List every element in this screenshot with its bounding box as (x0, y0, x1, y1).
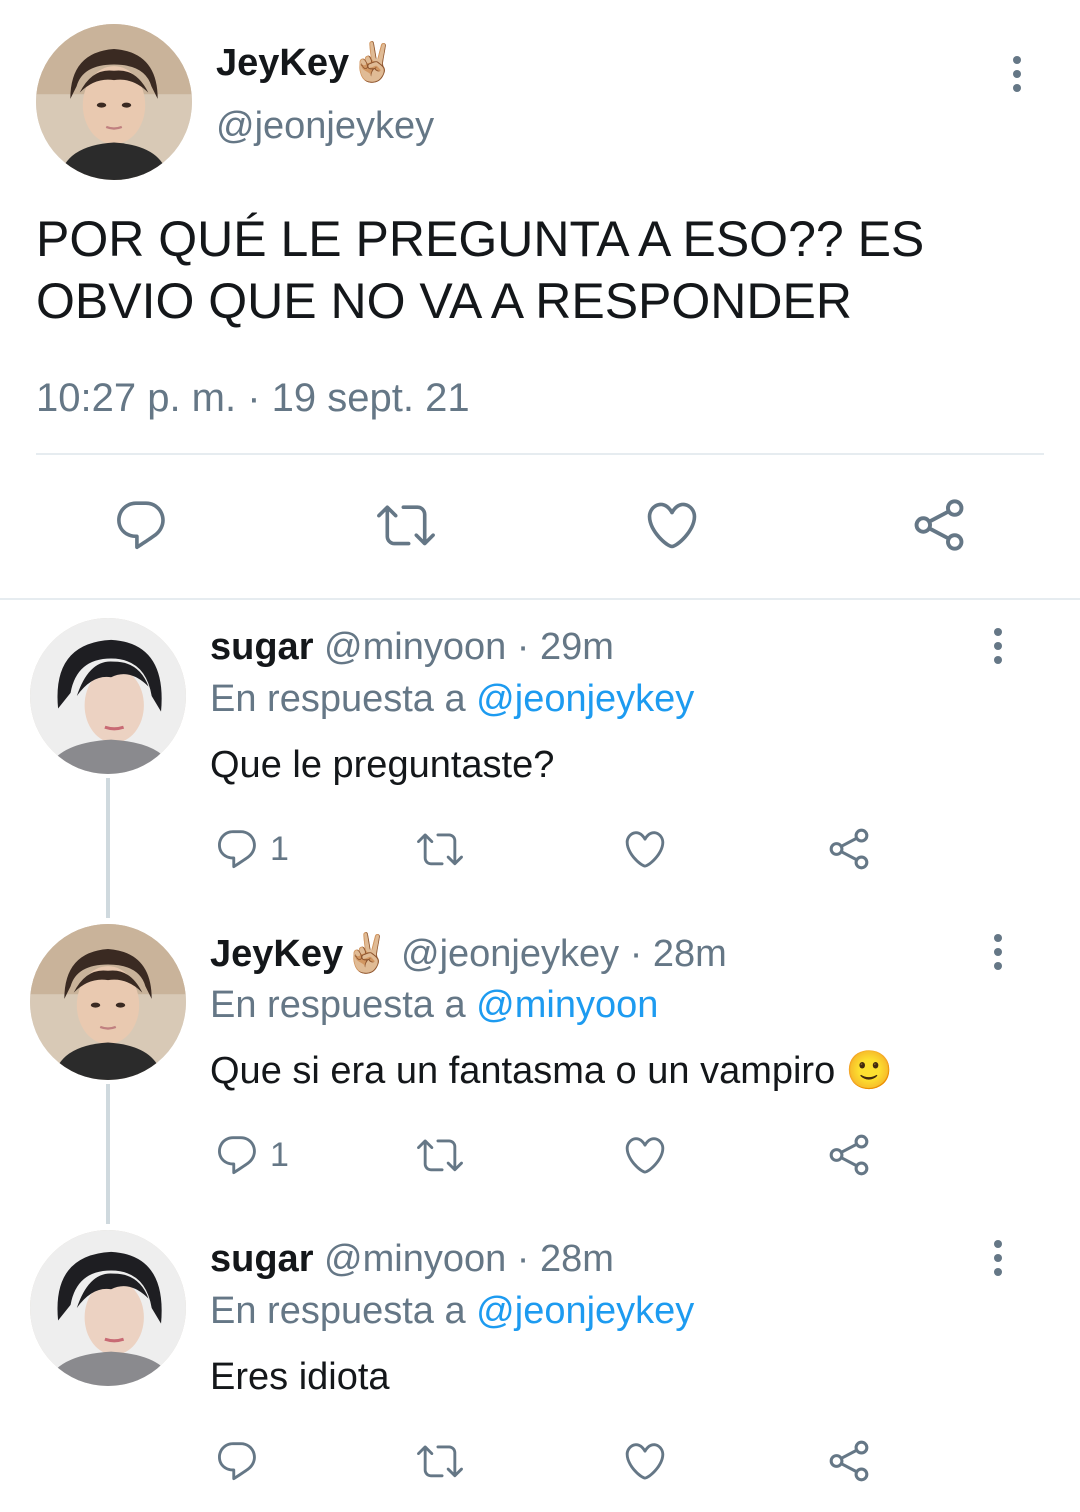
retweet-icon (417, 1139, 463, 1172)
like-icon (625, 831, 665, 868)
avatar-photo (30, 924, 186, 1080)
reply-count: 1 (270, 1135, 289, 1174)
share-icon (829, 828, 869, 870)
author-name[interactable]: JeyKey✌🏼 (216, 38, 396, 87)
more-options-icon[interactable] (1007, 54, 1027, 94)
reply-text: Eres idiota (210, 1356, 390, 1398)
tweet-text-line-1: POR QUÉ LE PREGUNTA A ESO?? ES (36, 211, 925, 267)
more-options-icon[interactable] (988, 932, 1008, 972)
like-icon (625, 1443, 665, 1480)
reply-count: 1 (270, 829, 289, 868)
reply-to-label: En respuesta a (210, 984, 466, 1026)
retweet-button[interactable] (412, 826, 468, 872)
avatar-jeykey[interactable] (30, 924, 186, 1080)
avatar-sugar[interactable] (30, 618, 186, 774)
reply-button[interactable]: 1 (214, 826, 289, 872)
share-button[interactable] (826, 1438, 872, 1484)
like-button[interactable] (620, 1132, 670, 1178)
author-handle[interactable]: @jeonjeykey (216, 102, 434, 150)
reply-button[interactable]: 1 (214, 1132, 289, 1178)
like-button[interactable] (620, 826, 670, 872)
reply-handle-time[interactable]: @minyoon · 28m (324, 1238, 614, 1280)
retweet-icon (417, 833, 463, 866)
author-name-text: JeyKey (216, 42, 350, 84)
section-divider (0, 598, 1080, 600)
retweet-button[interactable] (412, 1132, 468, 1178)
reply-text: Que le preguntaste? (210, 744, 555, 786)
reply-icon (218, 830, 256, 869)
share-button[interactable] (910, 496, 968, 554)
reply-text: Que si era un fantasma o un vampiro 🙂 (210, 1050, 894, 1092)
reply-header: JeyKey✌🏼 @jeonjeykey · 28m (210, 930, 727, 977)
avatar-photo (30, 618, 186, 774)
share-button[interactable] (826, 826, 872, 872)
thread-line (106, 1084, 110, 1224)
like-button[interactable] (642, 496, 702, 554)
victory-hand-emoji: ✌🏼 (343, 931, 391, 975)
tweet-text-line-2: OBVIO QUE NO VA A RESPONDER (36, 273, 852, 329)
more-options-icon[interactable] (988, 626, 1008, 666)
reply-button[interactable] (214, 1438, 270, 1484)
reply-icon (218, 1442, 256, 1481)
reply-to-line: En respuesta a @jeonjeykey (210, 676, 694, 722)
reply-to-label: En respuesta a (210, 678, 466, 720)
share-icon (914, 499, 964, 551)
avatar-jeykey-main[interactable] (36, 24, 192, 180)
reply-author-name[interactable]: sugar (210, 626, 313, 668)
reply-handle-time[interactable]: @minyoon · 29m (324, 626, 614, 668)
reply-to-line: En respuesta a @minyoon (210, 982, 658, 1028)
like-icon (647, 502, 697, 549)
avatar-photo (36, 24, 192, 180)
more-options-icon[interactable] (988, 1238, 1008, 1278)
retweet-icon (377, 505, 435, 546)
reply-author-name[interactable]: JeyKey✌🏼 (210, 931, 391, 975)
reply-icon (117, 501, 165, 550)
reply-to-handle[interactable]: @jeonjeykey (476, 678, 694, 720)
share-button[interactable] (826, 1132, 872, 1178)
avatar-sugar[interactable] (30, 1230, 186, 1386)
thread-line (106, 778, 110, 918)
like-icon (625, 1137, 665, 1174)
reply-to-line: En respuesta a @jeonjeykey (210, 1288, 694, 1334)
reply-to-label: En respuesta a (210, 1290, 466, 1332)
reply-author-name-text: JeyKey (210, 933, 344, 975)
share-icon (829, 1134, 869, 1176)
divider (36, 453, 1044, 455)
retweet-button[interactable] (372, 496, 440, 554)
victory-hand-emoji: ✌🏼 (349, 40, 397, 84)
tweet-text: POR QUÉ LE PREGUNTA A ESO?? ES OBVIO QUE… (36, 208, 924, 332)
reply-handle-time[interactable]: @jeonjeykey · 28m (401, 933, 727, 975)
retweet-button[interactable] (412, 1438, 468, 1484)
avatar-photo (30, 1230, 186, 1386)
reply-author-name[interactable]: sugar (210, 1238, 313, 1280)
reply-header: sugar @minyoon · 28m (210, 1236, 614, 1282)
tweet-timestamp[interactable]: 10:27 p. m. · 19 sept. 21 (36, 374, 470, 422)
like-button[interactable] (620, 1438, 670, 1484)
share-icon (829, 1440, 869, 1482)
reply-icon (218, 1136, 256, 1175)
reply-button[interactable] (112, 496, 170, 554)
reply-to-handle[interactable]: @minyoon (476, 984, 658, 1026)
retweet-icon (417, 1445, 463, 1478)
reply-header: sugar @minyoon · 29m (210, 624, 614, 670)
reply-to-handle[interactable]: @jeonjeykey (476, 1290, 694, 1332)
